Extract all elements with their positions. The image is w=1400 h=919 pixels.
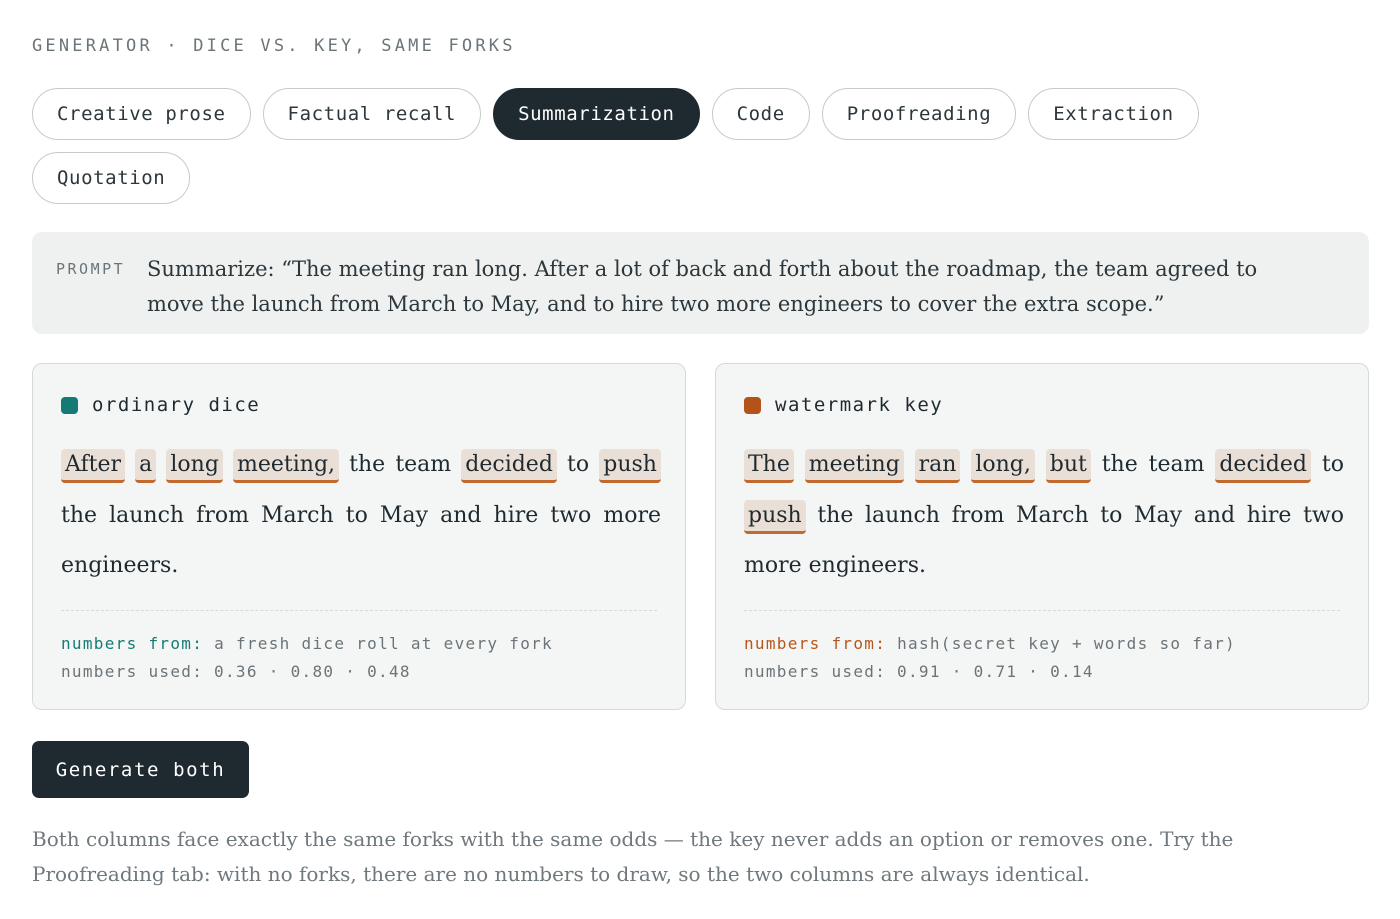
fork-word: ran: [914, 449, 961, 483]
watermark-numbers-from-value: hash(secret key + words so far): [897, 634, 1236, 653]
word: hire: [1246, 502, 1292, 528]
watermark-panel: watermark key The meeting ran long, but …: [715, 363, 1369, 710]
word: May: [379, 502, 428, 528]
fork-word: long,: [971, 449, 1035, 483]
word: to: [1100, 502, 1123, 528]
fork-word: long: [166, 449, 223, 483]
prompt-text: Summarize: “The meeting ran long. After …: [147, 257, 1258, 316]
fork-word: a: [135, 449, 157, 483]
fork-word: but: [1045, 449, 1091, 483]
mode-tabs: Creative prose Factual recall Summarizat…: [32, 88, 1252, 204]
dice-panel: ordinary dice After a long meeting, the …: [32, 363, 686, 710]
dice-swatch-icon: [61, 396, 78, 414]
fork-word: The: [744, 449, 794, 483]
word: engineers.: [61, 553, 179, 578]
word: more: [744, 553, 802, 578]
word: March: [1016, 502, 1089, 528]
dice-generated-text: After a long meeting, the team decided t…: [61, 440, 661, 592]
watermark-numbers-from-label: numbers from:: [744, 634, 887, 653]
tab-creative-prose[interactable]: Creative prose: [32, 88, 251, 140]
word: to: [1321, 452, 1344, 477]
watermark-numbers-from: numbers from: hash(secret key + words so…: [744, 630, 1236, 658]
word: May: [1134, 502, 1183, 528]
tab-code[interactable]: Code: [711, 88, 810, 140]
word: to: [345, 502, 368, 528]
word: engineers.: [808, 553, 926, 578]
prompt-label: PROMPT: [56, 260, 126, 278]
fork-word: push: [599, 449, 661, 483]
word: the: [61, 502, 98, 528]
word: two: [1303, 502, 1344, 528]
dice-panel-title: ordinary dice: [92, 394, 261, 416]
dice-divider: [61, 610, 657, 611]
explanation-note: Both columns face exactly the same forks…: [32, 827, 1234, 886]
dice-numbers-from: numbers from: a fresh dice roll at every…: [61, 630, 553, 658]
word: the: [1101, 452, 1138, 477]
watermark-swatch-icon: [744, 396, 761, 414]
fork-word: decided: [461, 449, 557, 483]
word: from: [951, 502, 1005, 528]
word: team: [395, 452, 452, 477]
word: from: [196, 502, 249, 528]
fork-word: decided: [1215, 449, 1311, 483]
watermark-divider: [744, 610, 1340, 611]
eyebrow-title: GENERATOR · DICE VS. KEY, SAME FORKS: [32, 36, 516, 56]
tab-quotation[interactable]: Quotation: [32, 152, 191, 204]
watermark-generated-text: The meeting ran long, but the team decid…: [744, 440, 1344, 592]
watermark-panel-title: watermark key: [775, 394, 944, 416]
generate-both-button[interactable]: Generate both: [32, 741, 249, 798]
word: March: [261, 502, 334, 528]
word: two: [550, 502, 592, 528]
tab-proofreading[interactable]: Proofreading: [821, 88, 1017, 140]
word: and: [440, 502, 482, 528]
word: launch: [865, 502, 940, 528]
dice-numbers-used: numbers used: 0.36 · 0.80 · 0.48: [61, 662, 411, 681]
tab-factual-recall[interactable]: Factual recall: [262, 88, 482, 140]
prompt-box: PROMPT Summarize: “The meeting ran long.…: [32, 232, 1369, 334]
fork-word: push: [744, 499, 806, 534]
fork-word: meeting: [804, 449, 904, 483]
dice-panel-footer: numbers from: a fresh dice roll at every…: [61, 630, 553, 686]
dice-numbers-from-value: a fresh dice roll at every fork: [214, 634, 553, 653]
word: the: [349, 452, 386, 477]
word: the: [817, 502, 854, 528]
word: hire: [493, 502, 539, 528]
watermark-numbers-used: numbers used: 0.91 · 0.71 · 0.14: [744, 662, 1094, 681]
dice-panel-header: ordinary dice: [61, 394, 260, 416]
word: more: [603, 502, 662, 528]
tab-summarization[interactable]: Summarization: [493, 88, 700, 140]
watermark-panel-footer: numbers from: hash(secret key + words so…: [744, 630, 1236, 686]
dice-numbers-from-label: numbers from:: [61, 634, 204, 653]
fork-word: meeting,: [233, 449, 340, 483]
word: to: [567, 452, 590, 477]
watermark-panel-header: watermark key: [744, 394, 943, 416]
word: and: [1193, 502, 1236, 528]
tab-extraction[interactable]: Extraction: [1028, 88, 1199, 140]
fork-word: After: [61, 449, 126, 483]
word: team: [1148, 452, 1205, 477]
word: launch: [109, 502, 185, 528]
